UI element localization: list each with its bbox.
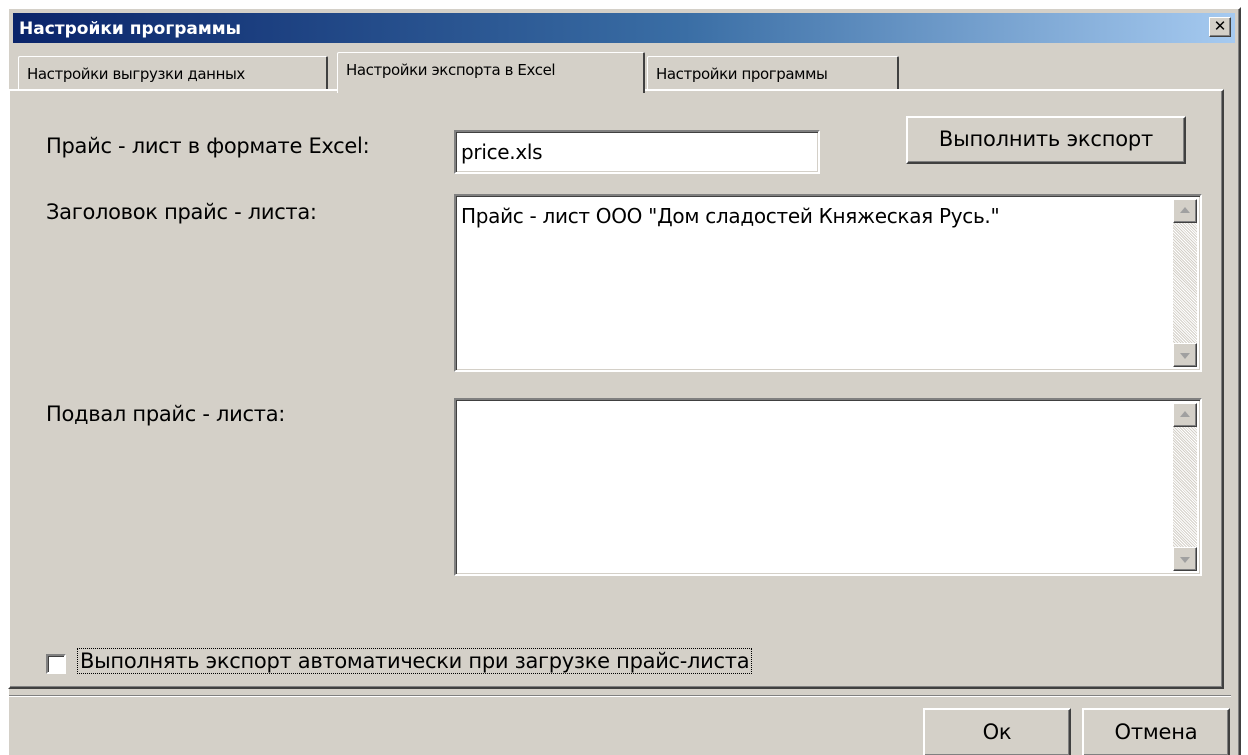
- tab-label: Настройки выгрузки данных: [27, 65, 245, 83]
- footer-label: Подвал прайс - листа:: [46, 402, 286, 426]
- tab-data-upload[interactable]: Настройки выгрузки данных: [18, 56, 328, 90]
- arrow-down-icon: [1180, 557, 1190, 563]
- ok-button[interactable]: Ок: [923, 708, 1071, 755]
- close-button[interactable]: ✕: [1209, 17, 1231, 37]
- scroll-down-button[interactable]: [1173, 343, 1197, 367]
- scroll-up-button[interactable]: [1173, 199, 1197, 223]
- run-export-button[interactable]: Выполнить экспорт: [906, 116, 1186, 164]
- close-icon: ✕: [1213, 17, 1227, 35]
- ok-label: Ок: [982, 720, 1012, 744]
- cancel-button[interactable]: Отмена: [1082, 708, 1230, 755]
- footer-memo[interactable]: [454, 398, 1202, 576]
- auto-export-label[interactable]: Выполнять экспорт автоматически при загр…: [76, 648, 753, 674]
- tab-label: Настройки программы: [656, 65, 828, 83]
- tab-panel: [8, 89, 1224, 689]
- scroll-up-button[interactable]: [1173, 403, 1197, 427]
- price-file-value: price.xls: [461, 140, 543, 164]
- price-file-label: Прайс - лист в формате Excel:: [46, 134, 370, 158]
- header-memo[interactable]: Прайс - лист ООО "Дом сладостей Княжеска…: [454, 194, 1202, 372]
- run-export-label: Выполнить экспорт: [938, 127, 1154, 151]
- tab-excel-export[interactable]: Настройки экспорта в Excel: [337, 52, 645, 93]
- title-bar[interactable]: Настройки программы ✕: [13, 13, 1235, 43]
- arrow-down-icon: [1180, 353, 1190, 359]
- header-scrollbar[interactable]: [1173, 199, 1197, 367]
- footer-scrollbar[interactable]: [1173, 403, 1197, 571]
- window-title: Настройки программы: [19, 19, 242, 39]
- tab-label: Настройки экспорта в Excel: [346, 61, 556, 79]
- header-value: Прайс - лист ООО "Дом сладостей Княжеска…: [461, 204, 1000, 228]
- auto-export-checkbox[interactable]: [46, 654, 66, 674]
- price-file-input[interactable]: price.xls: [454, 130, 820, 174]
- cancel-label: Отмена: [1114, 720, 1198, 744]
- footer-separator-highlight: [9, 696, 1231, 697]
- scroll-down-button[interactable]: [1173, 547, 1197, 571]
- arrow-up-icon: [1180, 207, 1190, 213]
- tab-program-settings[interactable]: Настройки программы: [647, 56, 899, 90]
- header-label: Заголовок прайс - листа:: [46, 200, 317, 224]
- arrow-up-icon: [1180, 411, 1190, 417]
